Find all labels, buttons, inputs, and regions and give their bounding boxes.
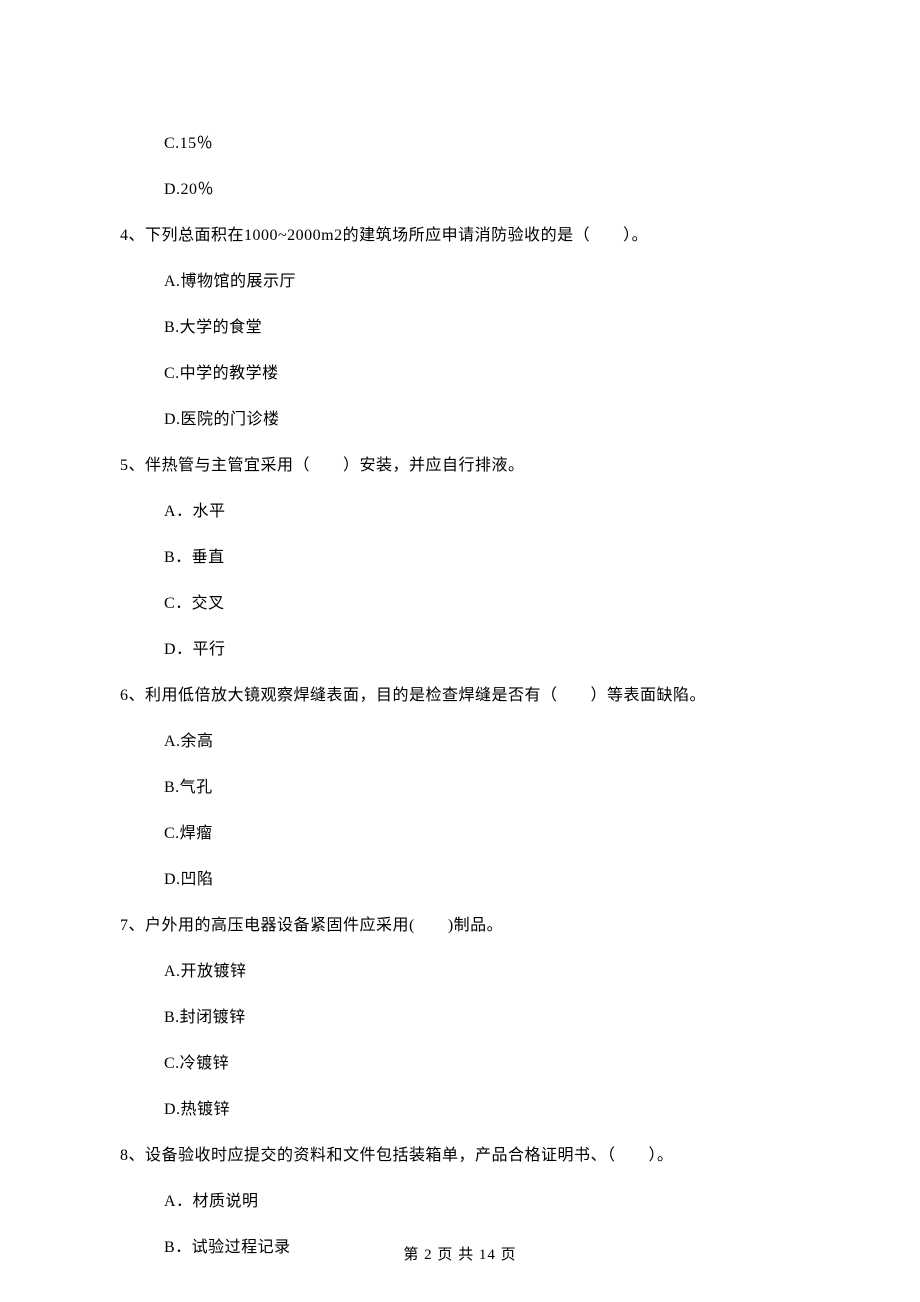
q5-option-a: A．水平 [164, 500, 800, 524]
q8-text: 8、设备验收时应提交的资料和文件包括装箱单，产品合格证明书、（ ）。 [120, 1144, 800, 1168]
page: C.15％ D.20％ 4、下列总面积在1000~2000m2的建筑场所应申请消… [0, 0, 920, 1302]
q5-option-b: B．垂直 [164, 546, 800, 570]
q6-option-b: B.气孔 [164, 776, 800, 800]
q7-option-b: B.封闭镀锌 [164, 1006, 800, 1030]
q7-text: 7、户外用的高压电器设备紧固件应采用( )制品。 [120, 914, 800, 938]
q3-option-c: C.15％ [164, 132, 800, 156]
q6-option-c: C.焊瘤 [164, 822, 800, 846]
q5-text: 5、伴热管与主管宜采用（ ）安装，并应自行排液。 [120, 454, 800, 478]
q5-option-d: D．平行 [164, 638, 800, 662]
q5-option-c: C．交叉 [164, 592, 800, 616]
q8-option-a: A．材质说明 [164, 1190, 800, 1214]
q4-option-b: B.大学的食堂 [164, 316, 800, 340]
q4-option-a: A.博物馆的展示厅 [164, 270, 800, 294]
q6-text: 6、利用低倍放大镜观察焊缝表面，目的是检查焊缝是否有（ ）等表面缺陷。 [120, 684, 800, 708]
q3-option-d: D.20％ [164, 178, 800, 202]
q7-option-c: C.冷镀锌 [164, 1052, 800, 1076]
q4-option-c: C.中学的教学楼 [164, 362, 800, 386]
q4-option-d: D.医院的门诊楼 [164, 408, 800, 432]
q4-text: 4、下列总面积在1000~2000m2的建筑场所应申请消防验收的是（ ）。 [120, 224, 800, 248]
q6-option-d: D.凹陷 [164, 868, 800, 892]
page-footer: 第 2 页 共 14 页 [0, 1244, 920, 1267]
q7-option-d: D.热镀锌 [164, 1098, 800, 1122]
q7-option-a: A.开放镀锌 [164, 960, 800, 984]
q6-option-a: A.余高 [164, 730, 800, 754]
